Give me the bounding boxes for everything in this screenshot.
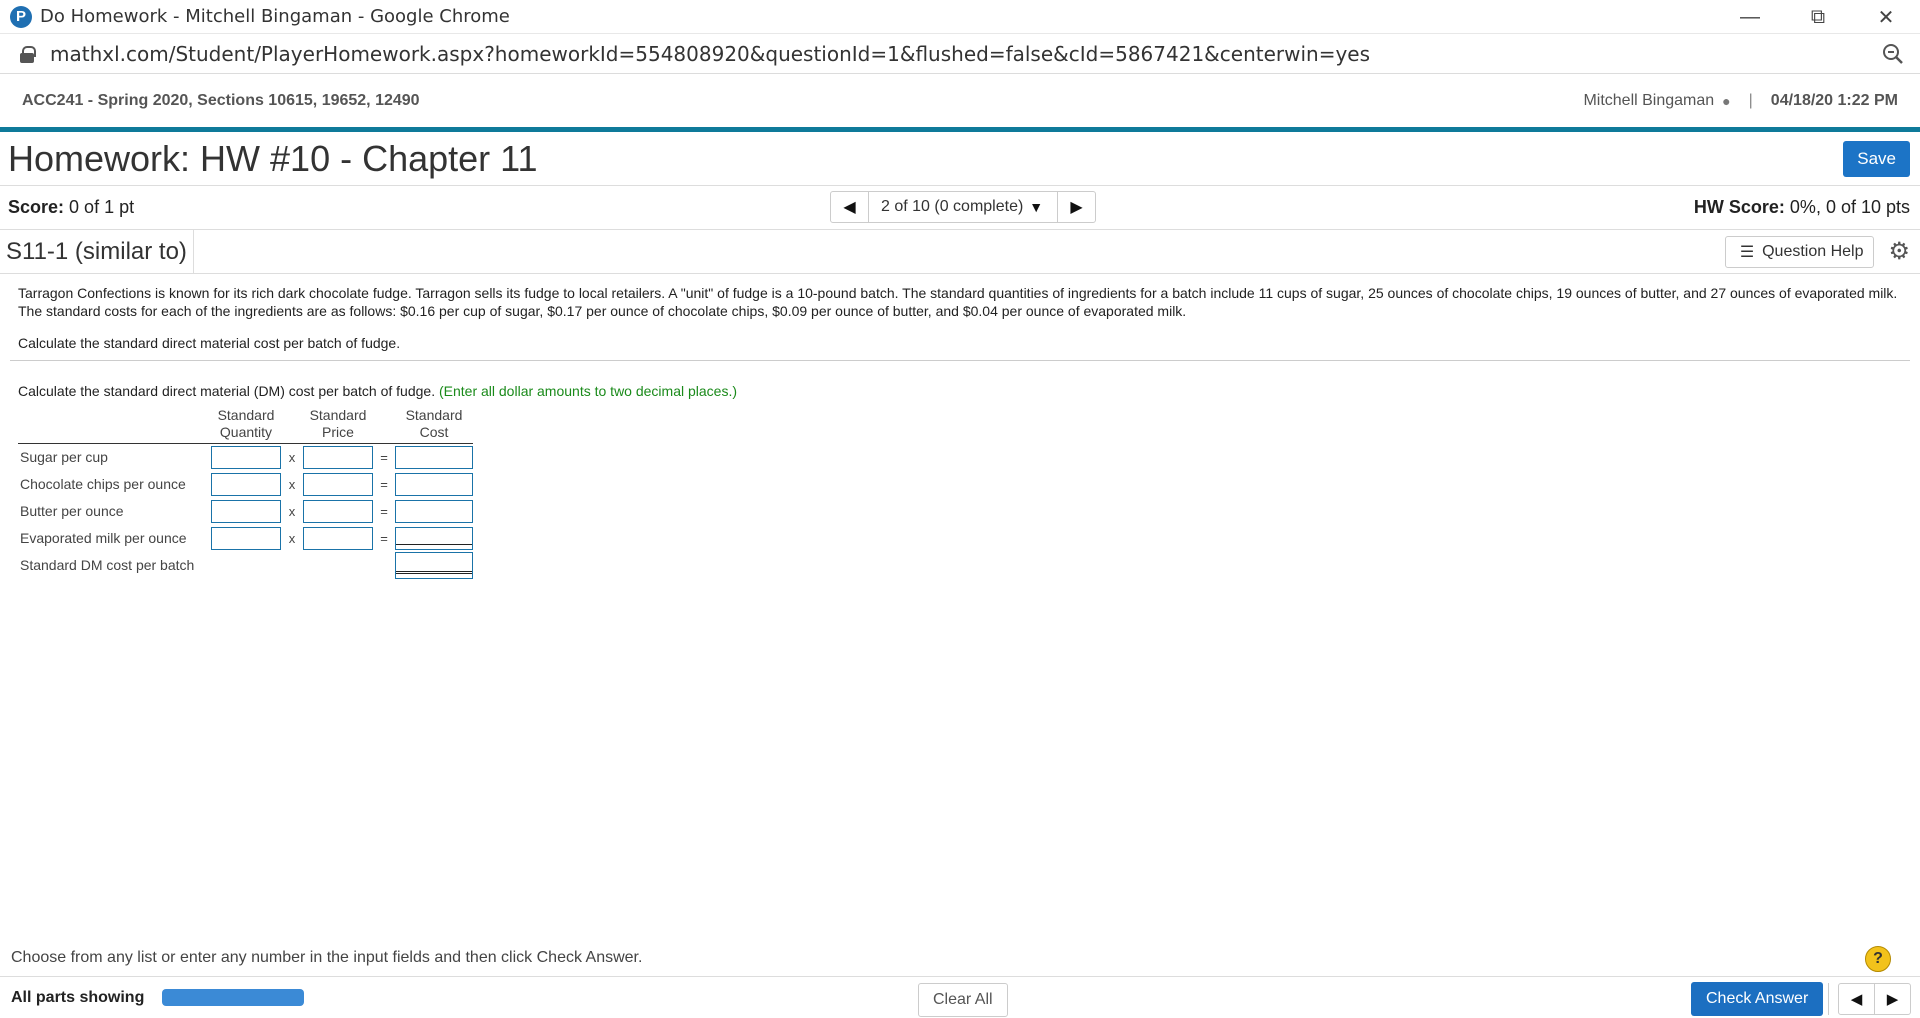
equals-header <box>373 407 395 444</box>
previous-question-icon[interactable]: ◀ <box>831 192 869 222</box>
browser-title-bar: P Do Homework - Mitchell Bingaman - Goog… <box>0 0 1920 34</box>
address-bar[interactable]: mathxl.com/Student/PlayerHomework.aspx?h… <box>0 34 1920 74</box>
equals-sign: = <box>380 503 388 519</box>
question-help-label: Question Help <box>1762 242 1864 260</box>
instruction-text: Calculate the standard direct material (… <box>18 383 436 399</box>
sugar-price-input[interactable] <box>303 445 373 469</box>
equals-sign: = <box>380 530 388 546</box>
save-button[interactable]: Save <box>1843 140 1910 177</box>
url-text[interactable]: mathxl.com/Student/PlayerHomework.aspx?h… <box>50 42 1370 66</box>
help-icon[interactable]: ? <box>1865 946 1891 972</box>
times-sign: x <box>288 449 296 465</box>
list-icon: ☰ <box>1739 243 1755 261</box>
all-parts-label: All parts showing <box>11 988 145 1006</box>
user-icon: ● <box>1722 92 1731 109</box>
window-controls: — ⧉ ✕ <box>1716 0 1920 34</box>
chocolate-quantity-input[interactable] <box>211 472 281 496</box>
score-label: Score: <box>8 197 65 217</box>
clear-all-button[interactable]: Clear All <box>918 983 1008 1017</box>
page-title: Homework: HW #10 - Chapter 11 <box>8 137 538 179</box>
next-icon[interactable]: ▶ <box>1874 983 1911 1015</box>
question-score: Score: 0 of 1 pt <box>8 197 134 218</box>
window-title: Do Homework - Mitchell Bingaman - Google… <box>40 6 510 27</box>
table-row: Butter per ounce x = <box>18 498 473 525</box>
butter-cost-input[interactable] <box>395 499 473 523</box>
hw-score-value: 0%, 0 of 10 pts <box>1789 197 1910 217</box>
table-row: Sugar per cup x = <box>18 444 473 471</box>
gear-icon[interactable]: ⚙ <box>1888 237 1910 266</box>
milk-cost-input[interactable] <box>395 526 473 550</box>
total-row-label: Standard DM cost per batch <box>20 557 195 573</box>
butter-price-input[interactable] <box>303 499 373 523</box>
table-row: Chocolate chips per ounce x = <box>18 471 473 498</box>
quantity-header: Standard Quantity <box>217 407 275 440</box>
question-prompt: Calculate the standard direct material c… <box>18 335 401 351</box>
homework-title-row: Homework: HW #10 - Chapter 11 Save <box>0 132 1920 186</box>
price-header: Standard Price <box>309 407 367 440</box>
total-dm-cost-input[interactable] <box>395 551 473 579</box>
row-label: Butter per ounce <box>20 503 124 519</box>
course-title: ACC241 - Spring 2020, Sections 10615, 19… <box>22 91 420 109</box>
row-label-header <box>18 407 211 444</box>
footer-bar: All parts showing Clear All Check Answer… <box>0 976 1920 1018</box>
question-text: Tarragon Confections is known for its ri… <box>18 285 1898 319</box>
dm-cost-table: Standard Quantity Standard Price Standard C… <box>18 407 473 579</box>
question-id: S11-1 (similar to) <box>6 229 194 274</box>
close-icon[interactable]: ✕ <box>1852 0 1920 34</box>
previous-icon[interactable]: ◀ <box>1838 983 1875 1015</box>
question-select-label: 2 of 10 (0 complete) <box>881 198 1024 215</box>
lock-icon <box>20 45 36 63</box>
hw-score: HW Score: 0%, 0 of 10 pts <box>1694 197 1910 218</box>
score-value: 0 of 1 pt <box>69 197 135 217</box>
row-label: Evaporated milk per ounce <box>20 530 187 546</box>
question-navigator: ◀ 2 of 10 (0 complete) ▼ ▶ <box>830 191 1096 223</box>
current-datetime: 04/18/20 1:22 PM <box>1770 91 1898 109</box>
table-row: Standard DM cost per batch <box>18 551 473 579</box>
equals-sign: = <box>380 476 388 492</box>
times-header <box>281 407 303 444</box>
zoom-icon[interactable] <box>1882 43 1904 65</box>
chocolate-price-input[interactable] <box>303 472 373 496</box>
butter-quantity-input[interactable] <box>211 499 281 523</box>
chocolate-cost-input[interactable] <box>395 472 473 496</box>
times-sign: x <box>288 503 296 519</box>
sugar-quantity-input[interactable] <box>211 445 281 469</box>
restore-icon[interactable]: ⧉ <box>1784 0 1852 34</box>
question-body: Tarragon Confections is known for its ri… <box>0 274 1920 579</box>
sugar-cost-input[interactable] <box>395 445 473 469</box>
times-sign: x <box>288 476 296 492</box>
question-help-button[interactable]: ☰ Question Help <box>1725 235 1875 268</box>
row-label: Sugar per cup <box>20 449 108 466</box>
check-answer-button[interactable]: Check Answer <box>1691 982 1824 1016</box>
equals-sign: = <box>380 449 388 465</box>
header-separator: | <box>1748 91 1753 109</box>
table-row: Evaporated milk per ounce x = <box>18 525 473 552</box>
row-label: Chocolate chips per ounce <box>20 476 186 492</box>
hw-score-label: HW Score: <box>1693 197 1785 217</box>
answer-instruction: Calculate the standard direct material (… <box>18 383 1902 399</box>
course-header: ACC241 - Spring 2020, Sections 10615, 19… <box>0 74 1920 132</box>
question-id-row: S11-1 (similar to) ☰ Question Help ⚙ <box>0 229 1920 274</box>
parts-progress-bar <box>162 989 305 1006</box>
milk-quantity-input[interactable] <box>211 526 281 550</box>
times-sign: x <box>288 530 296 546</box>
pearson-favicon-icon: P <box>10 5 32 28</box>
chevron-down-icon: ▼ <box>1029 199 1044 215</box>
footer-separator <box>1828 983 1829 1015</box>
score-row: Score: 0 of 1 pt ◀ 2 of 10 (0 complete) … <box>0 186 1920 230</box>
instruction-note: (Enter all dollar amounts to two decimal… <box>438 383 738 399</box>
question-divider <box>10 360 1910 361</box>
cost-header: Standard Cost <box>405 407 463 440</box>
user-name[interactable]: Mitchell Bingaman <box>1583 92 1714 110</box>
milk-price-input[interactable] <box>303 526 373 550</box>
question-select[interactable]: 2 of 10 (0 complete) ▼ <box>869 192 1057 222</box>
minimize-icon[interactable]: — <box>1716 0 1784 34</box>
next-question-icon[interactable]: ▶ <box>1057 192 1095 222</box>
footer-hint: Choose from any list or enter any number… <box>11 949 643 966</box>
